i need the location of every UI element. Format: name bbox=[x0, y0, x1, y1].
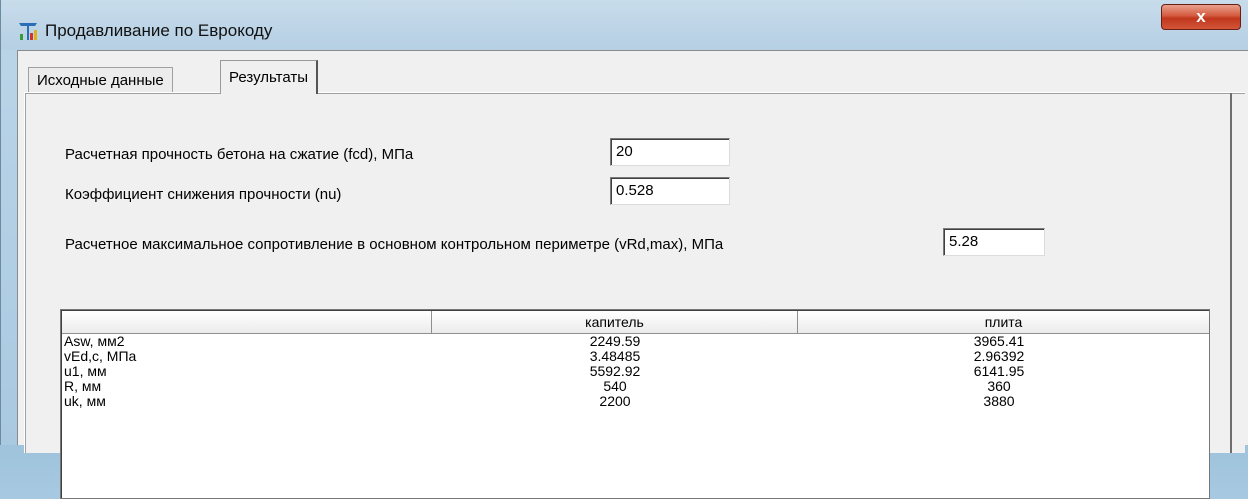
tab-results[interactable]: Результаты bbox=[220, 60, 318, 94]
plita-value: 360 bbox=[987, 378, 1011, 394]
plita-value: 3965.41 bbox=[973, 333, 1025, 349]
window-title: Продавливание по Еврокоду bbox=[45, 21, 273, 40]
table-row[interactable]: vEd,c, МПа 3.48485 2.96392 bbox=[62, 349, 1209, 364]
row-name: R, мм bbox=[64, 378, 102, 394]
panel-edge bbox=[1230, 93, 1232, 453]
table-row[interactable]: u1, мм 5592.92 6141.95 bbox=[62, 364, 1209, 379]
param-fcd-label: Расчетная прочность бетона на сжатие (fc… bbox=[65, 146, 414, 163]
row-name: vEd,c, МПа bbox=[64, 348, 137, 364]
param-fcd-field[interactable]: 20 bbox=[610, 138, 730, 166]
row-name: uk, мм bbox=[64, 393, 106, 409]
kapitel-value: 5592.92 bbox=[589, 363, 641, 379]
dialog-client-area: Исходные данные Результаты Расчетная про… bbox=[17, 50, 1248, 499]
column-header-kapitel[interactable]: капитель bbox=[432, 311, 798, 333]
kapitel-value: 3.48485 bbox=[589, 348, 641, 364]
table-header: капитель плита bbox=[62, 311, 1209, 334]
param-nu-field[interactable]: 0.528 bbox=[610, 177, 730, 205]
row-name: u1, мм bbox=[64, 363, 107, 379]
plita-value: 6141.95 bbox=[973, 363, 1025, 379]
row-name: Asw, мм2 bbox=[64, 333, 125, 349]
tab-input-data[interactable]: Исходные данные bbox=[28, 67, 173, 93]
param-vrdmax-label: Расчетное максимальное сопротивление в о… bbox=[65, 236, 724, 253]
kapitel-value: 2249.59 bbox=[589, 333, 641, 349]
close-icon: x bbox=[1196, 7, 1206, 26]
table-row[interactable]: R, мм 540 360 bbox=[62, 379, 1209, 394]
column-header-name[interactable] bbox=[62, 311, 432, 333]
table-row[interactable]: uk, мм 2200 3880 bbox=[62, 394, 1209, 409]
plita-value: 3880 bbox=[983, 393, 1015, 409]
app-icon bbox=[19, 23, 37, 40]
results-table[interactable]: капитель плита Asw, мм2 2249.59 3965.41 … bbox=[60, 309, 1210, 499]
param-nu-label: Коэффициент снижения прочности (nu) bbox=[65, 186, 342, 203]
plita-value: 2.96392 bbox=[973, 348, 1025, 364]
table-row[interactable]: Asw, мм2 2249.59 3965.41 bbox=[62, 334, 1209, 349]
title-bar[interactable]: Продавливание по Еврокоду x bbox=[1, 0, 1248, 50]
kapitel-value: 2200 bbox=[599, 393, 631, 409]
kapitel-value: 540 bbox=[603, 378, 627, 394]
column-header-plita[interactable]: плита bbox=[798, 311, 1209, 333]
param-vrdmax-field[interactable]: 5.28 bbox=[943, 228, 1045, 256]
app-window: Продавливание по Еврокоду x Исходные дан… bbox=[0, 0, 1248, 499]
close-button[interactable]: x bbox=[1161, 4, 1241, 30]
